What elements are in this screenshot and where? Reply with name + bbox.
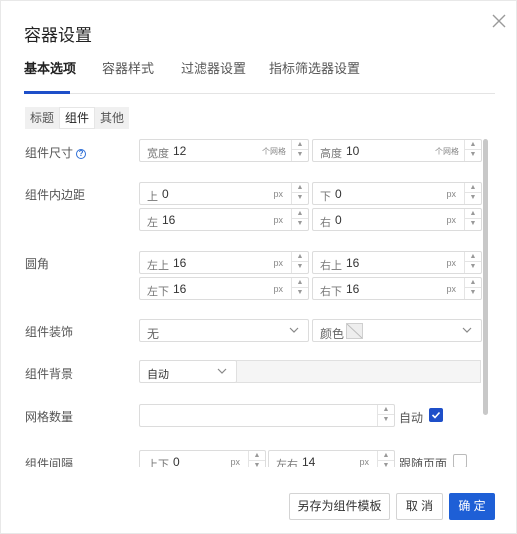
radius-bottom-right-stepper[interactable]: 右下 16 px ▲ ▼	[312, 277, 482, 300]
component-size-label: 组件尺寸?	[25, 144, 87, 161]
increment-icon[interactable]: ▲	[292, 183, 308, 193]
increment-icon[interactable]: ▲	[292, 209, 308, 219]
subtab-other[interactable]: 其他	[95, 107, 129, 129]
follow-page-label: 跟随页面	[399, 457, 448, 467]
increment-icon[interactable]: ▲	[249, 451, 265, 461]
increment-icon[interactable]: ▲	[465, 278, 481, 288]
tab-metric-filter-settings[interactable]: 指标筛选器设置	[269, 58, 360, 77]
height-stepper[interactable]: 高度 10 个网格 ▲ ▼	[312, 139, 482, 162]
tab-basic-options[interactable]: 基本选项	[24, 58, 76, 77]
decrement-icon[interactable]: ▼	[292, 150, 308, 160]
main-tabs: 基本选项 容器样式 过滤器设置 指标筛选器设置	[24, 56, 495, 94]
scrollbar[interactable]	[483, 139, 488, 415]
close-icon[interactable]	[489, 11, 509, 31]
decrement-icon[interactable]: ▼	[465, 262, 481, 272]
spacing-label: 组件间隔	[25, 457, 74, 467]
increment-icon[interactable]: ▲	[292, 252, 308, 262]
dialog-title: 容器设置	[24, 26, 92, 45]
help-icon[interactable]: ?	[76, 149, 87, 159]
radius-top-right-stepper[interactable]: 右上 16 px ▲ ▼	[312, 251, 482, 274]
radius-bottom-left-stepper[interactable]: 左下 16 px ▲ ▼	[139, 277, 309, 300]
decoration-color-select[interactable]: 颜色	[312, 319, 482, 342]
background-value-field	[236, 360, 481, 383]
width-value: 12	[173, 144, 187, 158]
decrement-icon[interactable]: ▼	[378, 461, 394, 467]
height-unit: 个网格	[435, 147, 459, 156]
subtab-component[interactable]: 组件	[59, 107, 96, 129]
color-swatch	[346, 323, 363, 339]
increment-icon[interactable]: ▲	[465, 252, 481, 262]
spacing-vertical-stepper[interactable]: 上下 0 px ▲ ▼	[139, 450, 266, 467]
padding-left-stepper[interactable]: 左 16 px ▲ ▼	[139, 208, 309, 231]
height-value: 10	[346, 144, 360, 158]
decrement-icon[interactable]: ▼	[249, 461, 265, 467]
background-label: 组件背景	[25, 367, 74, 381]
padding-label: 组件内边距	[25, 188, 86, 202]
decrement-icon[interactable]: ▼	[292, 288, 308, 298]
padding-bottom-stepper[interactable]: 下 0 px ▲ ▼	[312, 182, 482, 205]
decoration-select[interactable]: 无	[139, 319, 309, 342]
increment-icon[interactable]: ▲	[378, 405, 394, 415]
subtab-title[interactable]: 标题	[25, 107, 59, 129]
sub-tabs: 标题 组件 其他	[25, 107, 130, 129]
increment-icon[interactable]: ▲	[465, 140, 481, 150]
decrement-icon[interactable]: ▼	[465, 150, 481, 160]
width-stepper[interactable]: 宽度 12 个网格 ▲ ▼	[139, 139, 309, 162]
decrement-icon[interactable]: ▼	[465, 193, 481, 203]
increment-icon[interactable]: ▲	[292, 278, 308, 288]
save-as-template-button[interactable]: 另存为组件模板	[289, 493, 390, 520]
grid-auto-label: 自动	[399, 411, 424, 425]
increment-icon[interactable]: ▲	[292, 140, 308, 150]
follow-page-checkbox[interactable]	[453, 454, 467, 467]
confirm-button[interactable]: 确 定	[449, 493, 495, 520]
padding-top-stepper[interactable]: 上 0 px ▲ ▼	[139, 182, 309, 205]
container-settings-dialog: 容器设置 基本选项 容器样式 过滤器设置 指标筛选器设置 标题 组件 其他 组件…	[0, 0, 517, 534]
grid-count-stepper[interactable]: ▲ ▼	[139, 404, 395, 427]
decrement-icon[interactable]: ▼	[292, 193, 308, 203]
width-unit: 个网格	[262, 147, 286, 156]
radius-top-left-stepper[interactable]: 左上 16 px ▲ ▼	[139, 251, 309, 274]
grid-count-label: 网格数量	[25, 410, 74, 424]
increment-icon[interactable]: ▲	[378, 451, 394, 461]
cancel-button[interactable]: 取 消	[396, 493, 443, 520]
chevron-down-icon	[462, 327, 472, 333]
tab-container-style[interactable]: 容器样式	[102, 58, 154, 77]
decrement-icon[interactable]: ▼	[378, 415, 394, 425]
settings-form: 组件尺寸? 宽度 12 个网格 ▲ ▼ 高度 10 个网格 ▲ ▼ 组件内边距 上 …	[1, 131, 517, 467]
decrement-icon[interactable]: ▼	[465, 288, 481, 298]
decoration-label: 组件装饰	[25, 325, 74, 339]
background-select[interactable]: 自动	[139, 360, 237, 383]
radius-label: 圆角	[25, 257, 50, 271]
tab-filter-settings[interactable]: 过滤器设置	[181, 58, 246, 77]
increment-icon[interactable]: ▲	[465, 209, 481, 219]
decrement-icon[interactable]: ▼	[465, 219, 481, 229]
active-tab-indicator	[24, 91, 70, 94]
decrement-icon[interactable]: ▼	[292, 219, 308, 229]
grid-auto-checkbox[interactable]	[429, 408, 443, 422]
padding-right-stepper[interactable]: 右 0 px ▲ ▼	[312, 208, 482, 231]
chevron-down-icon	[217, 368, 227, 374]
spacing-horizontal-stepper[interactable]: 左右 14 px ▲ ▼	[268, 450, 395, 467]
decrement-icon[interactable]: ▼	[292, 262, 308, 272]
chevron-down-icon	[289, 327, 299, 333]
increment-icon[interactable]: ▲	[465, 183, 481, 193]
